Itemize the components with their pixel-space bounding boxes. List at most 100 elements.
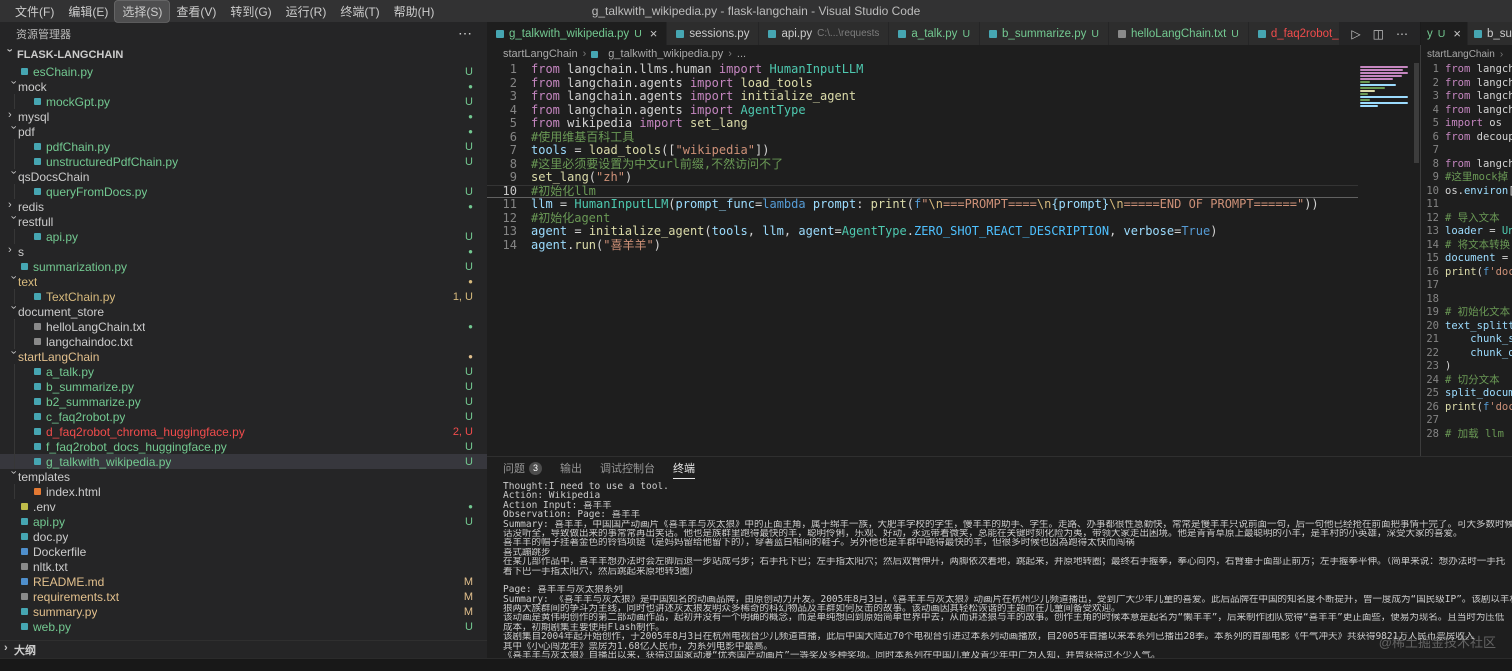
code-line[interactable]: 15document =: [1421, 252, 1512, 266]
tree-file-api.py[interactable]: api.pyU: [0, 229, 487, 244]
tree-file-summarization.py[interactable]: summarization.pyU: [0, 259, 487, 274]
tab-a_talk.py[interactable]: a_talk.pyU: [889, 22, 980, 45]
tab-d_faq2robot_chroma_huggingface.py[interactable]: d_faq2robot_chroma_huggingface.py2, U: [1249, 22, 1340, 45]
code-line[interactable]: 8from langch: [1421, 158, 1512, 172]
code-line[interactable]: 4from langchain.agents import AgentType: [487, 104, 1358, 118]
tab-y[interactable]: yU×: [1421, 22, 1468, 45]
run-python-file-icon[interactable]: ▷: [1351, 27, 1360, 41]
panel-tab-终端[interactable]: 终端: [673, 457, 695, 479]
menu-编辑(E)[interactable]: 编辑(E): [61, 1, 115, 22]
code-line[interactable]: 3from langch: [1421, 90, 1512, 104]
code-line[interactable]: 22 chunk_o: [1421, 347, 1512, 361]
breadcrumb-item[interactable]: ...: [737, 48, 746, 60]
panel-tab-问题[interactable]: 问题3: [503, 457, 542, 479]
outline-section-header[interactable]: › 大纲: [0, 640, 487, 658]
tree-file-TextChain.py[interactable]: TextChain.py1, U: [0, 289, 487, 304]
code-line[interactable]: 10#初始化llm: [487, 185, 1358, 199]
tree-folder-pdf[interactable]: ›pdf●: [0, 124, 487, 139]
code-line[interactable]: 24# 切分文本: [1421, 374, 1512, 388]
terminal-output[interactable]: Thought:I need to use a tool.Action: Wik…: [503, 479, 1512, 658]
code-line[interactable]: 27: [1421, 414, 1512, 428]
code-line[interactable]: 19# 初始化文本: [1421, 306, 1512, 320]
tab-b_summariz[interactable]: b_summariz: [1468, 22, 1512, 45]
code-line[interactable]: 4from langch: [1421, 104, 1512, 118]
tree-folder-text[interactable]: ›text●: [0, 274, 487, 289]
code-line[interactable]: 5import os: [1421, 117, 1512, 131]
code-line[interactable]: 21 chunk_s: [1421, 333, 1512, 347]
tree-file-index.html[interactable]: index.html: [0, 484, 487, 499]
code-line[interactable]: 18: [1421, 293, 1512, 307]
code-line[interactable]: 1from langch: [1421, 63, 1512, 77]
breadcrumb-item[interactable]: startLangChain: [1427, 49, 1495, 60]
code-line[interactable]: 17: [1421, 279, 1512, 293]
menu-文件(F)[interactable]: 文件(F): [8, 1, 61, 22]
code-line[interactable]: 28# 加载 llm: [1421, 428, 1512, 442]
tree-file-doc.py[interactable]: doc.py: [0, 529, 487, 544]
code-line[interactable]: 9set_lang("zh"): [487, 171, 1358, 185]
code-editor[interactable]: 1from langchain.llms.human import HumanI…: [487, 63, 1420, 456]
tree-file-mockGpt.py[interactable]: mockGpt.pyU: [0, 94, 487, 109]
code-line[interactable]: 16print(f'doc: [1421, 266, 1512, 280]
code-line[interactable]: 12# 导入文本: [1421, 212, 1512, 226]
code-line[interactable]: 25split_docum: [1421, 387, 1512, 401]
editor-scrollbar[interactable]: [1413, 63, 1420, 456]
tree-file-f_faq2robot_docs_huggingface.py[interactable]: f_faq2robot_docs_huggingface.pyU: [0, 439, 487, 454]
split-editor-icon[interactable]: ◫: [1373, 27, 1384, 41]
tree-folder-templates[interactable]: ›templates: [0, 469, 487, 484]
tab-b_summarize.py[interactable]: b_summarize.pyU: [980, 22, 1109, 45]
code-line[interactable]: 3from langchain.agents import initialize…: [487, 90, 1358, 104]
close-icon[interactable]: ×: [1453, 27, 1461, 40]
minimap[interactable]: [1358, 63, 1413, 456]
project-section-header[interactable]: › FLASK-LANGCHAIN: [0, 45, 487, 64]
tree-folder-mysql[interactable]: ›mysql●: [0, 109, 487, 124]
code-line[interactable]: 6#使用维基百科工具: [487, 131, 1358, 145]
code-line[interactable]: 2from langch: [1421, 77, 1512, 91]
code-line[interactable]: 7tools = load_tools(["wikipedia"]): [487, 144, 1358, 158]
code-line[interactable]: 20text_splitt: [1421, 320, 1512, 334]
tree-file-Dockerfile[interactable]: Dockerfile: [0, 544, 487, 559]
tree-file-api.py[interactable]: api.pyU: [0, 514, 487, 529]
breadcrumb-item[interactable]: startLangChain: [503, 48, 578, 60]
menu-转到(G)[interactable]: 转到(G): [223, 1, 278, 22]
tree-folder-restfull[interactable]: ›restfull: [0, 214, 487, 229]
menu-运行(R)[interactable]: 运行(R): [279, 1, 334, 22]
tree-folder-startLangChain[interactable]: ›startLangChain●: [0, 349, 487, 364]
tree-file-nltk.txt[interactable]: nltk.txt: [0, 559, 487, 574]
code-line[interactable]: 11: [1421, 198, 1512, 212]
panel-tab-调试控制台[interactable]: 调试控制台: [600, 457, 655, 479]
more-actions-icon[interactable]: ⋯: [1396, 27, 1408, 41]
code-line[interactable]: 6from decoup: [1421, 131, 1512, 145]
menu-帮助(H)[interactable]: 帮助(H): [387, 1, 442, 22]
close-icon[interactable]: ×: [650, 27, 658, 40]
tree-folder-s[interactable]: ›s●: [0, 244, 487, 259]
tab-sessions.py[interactable]: sessions.py: [667, 22, 759, 45]
tab-helloLangChain.txt[interactable]: helloLangChain.txtU: [1109, 22, 1249, 45]
tab-api.py[interactable]: api.pyC:\...\requests: [759, 22, 889, 45]
tree-folder-mock[interactable]: ›mock●: [0, 79, 487, 94]
tab-g_talkwith_wikipedia.py[interactable]: g_talkwith_wikipedia.pyU×: [487, 22, 667, 45]
code-line[interactable]: 8#这里必须要设置为中文url前缀,不然访问不了: [487, 158, 1358, 172]
tree-file-unstructuredPdfChain.py[interactable]: unstructuredPdfChain.pyU: [0, 154, 487, 169]
tree-file-esChain.py[interactable]: esChain.pyU: [0, 64, 487, 79]
tree-folder-redis[interactable]: ›redis●: [0, 199, 487, 214]
tree-file-queryFromDocs.py[interactable]: queryFromDocs.pyU: [0, 184, 487, 199]
tree-folder-qsDocsChain[interactable]: ›qsDocsChain: [0, 169, 487, 184]
tree-file-langchaindoc.txt[interactable]: langchaindoc.txt: [0, 334, 487, 349]
code-line[interactable]: 9#这里mock掉: [1421, 171, 1512, 185]
menu-选择(S)[interactable]: 选择(S): [115, 1, 169, 22]
tree-file-web.py[interactable]: web.pyU: [0, 619, 487, 634]
tree-file-requirements.txt[interactable]: requirements.txtM: [0, 589, 487, 604]
tree-folder-document_store[interactable]: ›document_store: [0, 304, 487, 319]
tree-file-helloLangChain.txt[interactable]: helloLangChain.txt●: [0, 319, 487, 334]
code-line[interactable]: 26print(f'doc: [1421, 401, 1512, 415]
tree-file-b2_summarize.py[interactable]: b2_summarize.pyU: [0, 394, 487, 409]
code-line[interactable]: 14agent.run("喜羊羊"): [487, 239, 1358, 253]
menu-终端(T)[interactable]: 终端(T): [333, 1, 386, 22]
code-line[interactable]: 10os.environ[: [1421, 185, 1512, 199]
code-line[interactable]: 5from wikipedia import set_lang: [487, 117, 1358, 131]
tree-file-g_talkwith_wikipedia.py[interactable]: g_talkwith_wikipedia.pyU: [0, 454, 487, 469]
more-actions-icon[interactable]: ⋯: [458, 25, 473, 42]
code-line[interactable]: 23): [1421, 360, 1512, 374]
code-line[interactable]: 13agent = initialize_agent(tools, llm, a…: [487, 225, 1358, 239]
tree-file-README.md[interactable]: README.mdM: [0, 574, 487, 589]
